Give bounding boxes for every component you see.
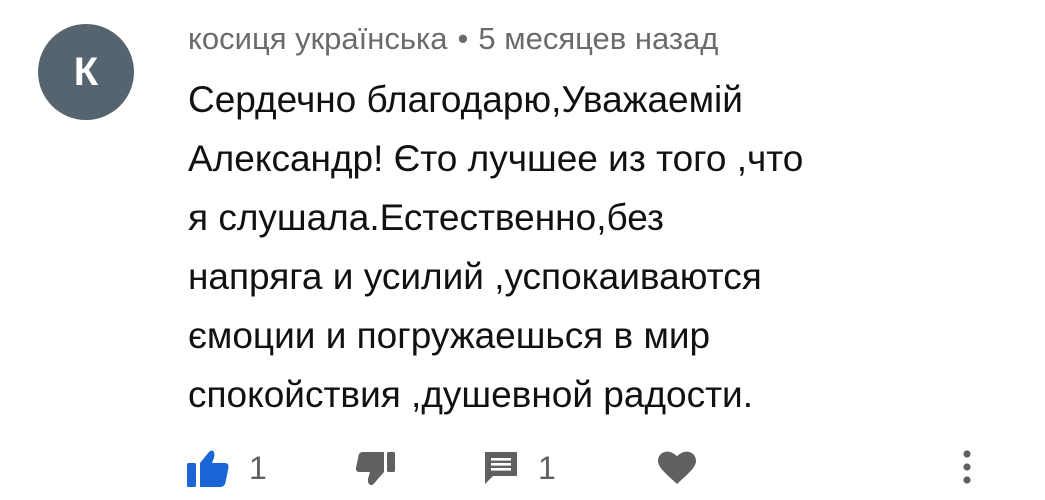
reply-button[interactable]: 1 [482,440,556,496]
more-vertical-icon [955,448,979,488]
comment-line: я слушала.Естественно,без [188,197,664,238]
comment-text: Сердечно благодарю,Уважаемій Александр! … [188,70,908,424]
comment-line: ємоции и погружаешься в мир [188,315,711,356]
comment-line: напряга и усилий ,успокаиваются [188,256,762,297]
comment-line: спокойствия ,душевной радости. [188,374,754,415]
comment-timestamp: 5 месяцев назад [478,21,719,56]
thumbs-up-icon [185,447,231,489]
avatar-letter: К [73,49,99,94]
heart-button[interactable] [658,440,696,496]
comment-icon [482,449,520,487]
comment-actions: 1 1 [0,440,1045,496]
author-name[interactable]: косиця українська [188,21,448,56]
comment-line: Александр! Єто лучшее из того ,что [188,138,804,179]
reply-count: 1 [538,449,556,486]
like-count: 1 [249,449,267,486]
avatar[interactable]: К [38,24,134,120]
like-button[interactable]: 1 [185,440,267,496]
heart-icon [658,451,696,485]
comment-line: Сердечно благодарю,Уважаемій [188,79,743,120]
thumbs-down-icon [355,448,397,488]
more-options-button[interactable] [955,440,979,496]
meta-separator: • [457,21,469,56]
dislike-button[interactable] [355,440,397,496]
comment-meta: косиця українська • 5 месяцев назад [188,20,718,58]
